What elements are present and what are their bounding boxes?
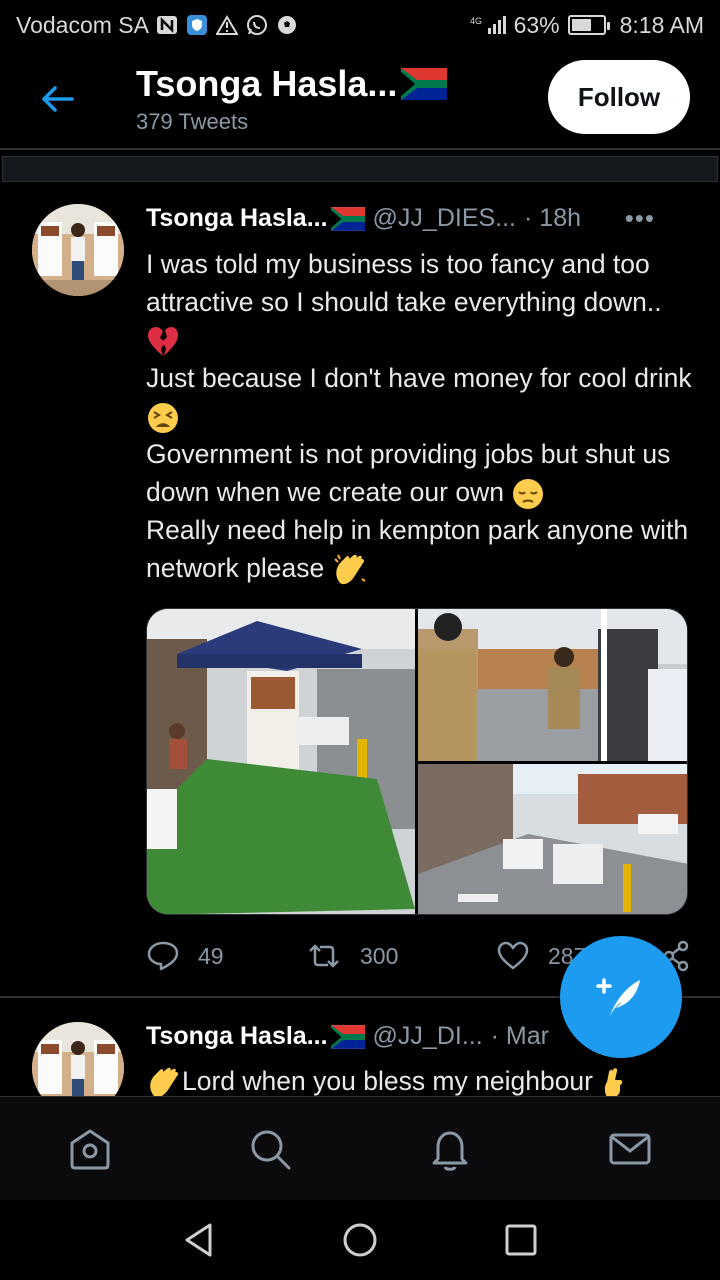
tweet-text: Lord when you bless my neighbour xyxy=(146,1062,694,1096)
tweet-line: Really need help in kempton park anyone … xyxy=(146,515,689,583)
retweet-button[interactable]: 300 xyxy=(306,942,496,970)
tweet-line: I was told my business is too fancy and … xyxy=(146,249,662,317)
media-image[interactable] xyxy=(147,609,415,914)
tweet-author-handle[interactable]: @JJ_DI... xyxy=(373,1022,483,1051)
compose-feather-icon xyxy=(596,978,640,1016)
reply-button[interactable]: 49 xyxy=(146,940,306,972)
more-options-button[interactable]: ••• xyxy=(625,203,655,234)
tweet-author-name[interactable]: Tsonga Hasla... xyxy=(146,1022,328,1051)
nav-notifications[interactable] xyxy=(405,1104,495,1194)
tweet-text: I was told my business is too fancy and … xyxy=(146,245,694,587)
avatar[interactable] xyxy=(32,1022,124,1096)
system-home-icon[interactable] xyxy=(341,1221,379,1259)
nav-search[interactable] xyxy=(225,1104,315,1194)
south-africa-flag-icon xyxy=(330,1024,365,1049)
tweet-media-grid[interactable] xyxy=(146,608,688,915)
system-recents-icon[interactable] xyxy=(504,1223,538,1257)
tweet-author-handle[interactable]: @JJ_DIES... xyxy=(373,204,516,233)
nav-home[interactable] xyxy=(45,1104,135,1194)
tweet-line: Government is not providing jobs but shu… xyxy=(146,439,671,507)
compose-tweet-button[interactable] xyxy=(560,936,682,1058)
media-image[interactable] xyxy=(418,609,687,761)
tired-face-icon xyxy=(148,403,178,433)
bell-icon xyxy=(432,1131,468,1171)
reply-count: 49 xyxy=(198,942,224,969)
tweet-time[interactable]: · Mar xyxy=(491,1022,549,1051)
retweet-icon xyxy=(309,944,339,968)
mail-icon xyxy=(609,1133,651,1164)
crossed-fingers-icon xyxy=(605,1068,623,1096)
tweet-author-name[interactable]: Tsonga Hasla... xyxy=(146,204,328,233)
media-image[interactable] xyxy=(418,764,687,914)
broken-heart-icon xyxy=(148,327,178,356)
reply-icon xyxy=(147,941,179,971)
avatar[interactable] xyxy=(32,204,124,296)
nav-messages[interactable] xyxy=(585,1104,675,1194)
system-navigation xyxy=(0,1200,720,1280)
clapping-hands-icon xyxy=(333,554,366,585)
pensive-face-icon xyxy=(513,479,544,509)
tweet-time[interactable]: · 18h xyxy=(524,204,581,233)
tweet-line: Lord when you bless my neighbour xyxy=(182,1066,601,1096)
tweet[interactable]: Tsonga Hasla... @JJ_DIES... · 18h ••• I … xyxy=(0,0,720,996)
heart-icon xyxy=(497,941,529,970)
south-africa-flag-icon xyxy=(330,206,365,231)
search-icon xyxy=(251,1130,291,1169)
home-icon xyxy=(70,1129,110,1169)
system-back-icon[interactable] xyxy=(182,1222,216,1258)
clapping-hands-icon xyxy=(150,1067,179,1096)
retweet-count: 300 xyxy=(360,942,399,969)
tweet-line: Just because I don't have money for cool… xyxy=(146,363,692,393)
bottom-navigation xyxy=(0,1096,720,1200)
